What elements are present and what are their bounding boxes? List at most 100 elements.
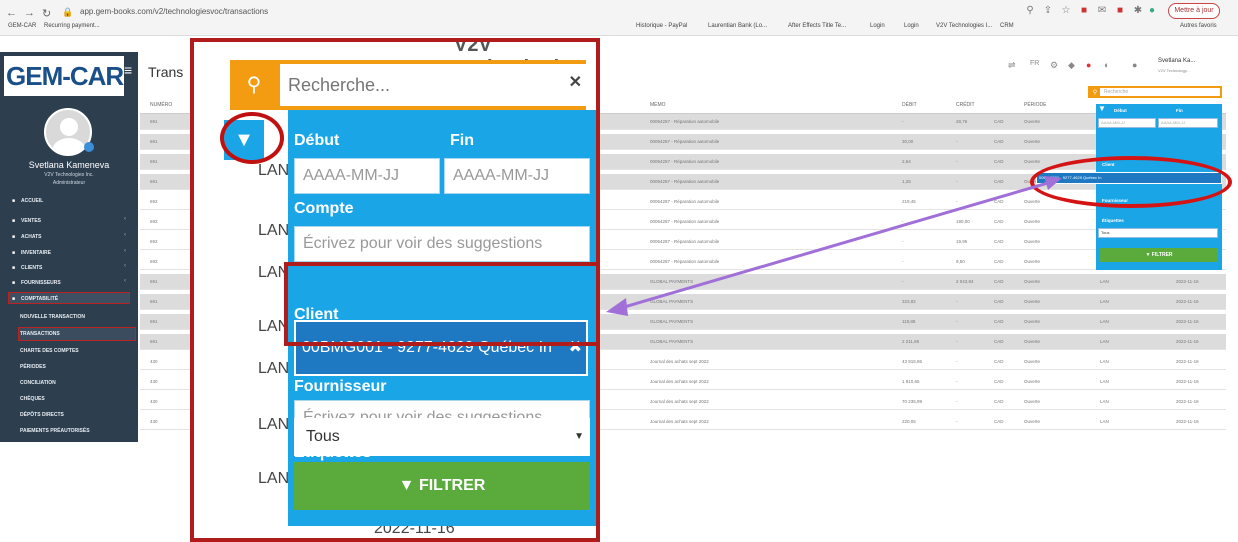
- sidebar-item-ventes[interactable]: ■ VENTES: [12, 218, 41, 224]
- table-cell: Ouverte: [1024, 199, 1041, 204]
- table-cell: 00064287 - Réparation automobile: [650, 239, 720, 244]
- bookmark-item[interactable]: CRM: [1000, 23, 1014, 29]
- mail-icon[interactable]: ✉: [1096, 5, 1108, 17]
- sidebar-subitem-periodes[interactable]: PÉRIODES: [20, 364, 46, 370]
- sidebar-item-accueil[interactable]: ■ ACCUEIL: [12, 198, 43, 204]
- chevron-icon: ‹: [124, 248, 126, 254]
- user-role: Administrateur: [52, 180, 86, 186]
- forward-icon[interactable]: →: [24, 7, 35, 19]
- settings-icon[interactable]: ⇌: [1008, 60, 1016, 71]
- sidebar-subitem-paiements[interactable]: PAIEMENTS PRÉAUTORISÉS: [20, 428, 90, 434]
- table-cell: -: [902, 259, 904, 264]
- table-cell: -: [902, 239, 904, 244]
- sidebar-item-clients[interactable]: ■ CLIENTS: [12, 265, 42, 271]
- table-cell: GLOBAL PAYMENTS: [650, 279, 694, 284]
- bookmark-item[interactable]: Recurring payment...: [44, 23, 100, 29]
- zoom-icon[interactable]: ⚲: [1024, 5, 1036, 17]
- table-cell: LAN: [1100, 279, 1109, 284]
- header-user-name[interactable]: Svetlana Ka...: [1158, 58, 1195, 64]
- table-cell: Ouverte: [1024, 159, 1041, 164]
- star-icon[interactable]: ☆: [1060, 5, 1072, 17]
- column-header[interactable]: NUMÉRO: [150, 102, 172, 108]
- extension-icon[interactable]: ■: [1114, 5, 1126, 17]
- sidebar-subitem-cheques[interactable]: CHÈQUES: [20, 396, 45, 402]
- fin-input[interactable]: AAAA-MM-JJ: [1158, 118, 1218, 128]
- etiquettes-select[interactable]: Tous: [1098, 228, 1218, 238]
- bookmark-item[interactable]: Historique - PayPal: [636, 23, 687, 29]
- sidebar-item-fournisseurs[interactable]: ■ FOURNISSEURS: [12, 280, 61, 286]
- user-icon[interactable]: ●: [1132, 60, 1137, 70]
- update-button[interactable]: Mettre à jour: [1168, 3, 1220, 19]
- sidebar-subitem-nouvelle-transaction[interactable]: NOUVELLE TRANSACTION: [20, 314, 85, 320]
- table-cell: 430: [150, 379, 158, 384]
- table-cell: CAD: [994, 359, 1004, 364]
- debut-input[interactable]: AAAA-MM-JJ: [1098, 118, 1156, 128]
- chat-icon[interactable]: ◐: [1104, 60, 1109, 70]
- table-cell: Ouverte: [1024, 239, 1041, 244]
- table-cell: 00064287 - Réparation automobile: [650, 199, 720, 204]
- language-icon[interactable]: FR: [1030, 60, 1039, 67]
- column-header[interactable]: PÉRIODE: [1024, 102, 1047, 108]
- reload-icon[interactable]: ↻: [42, 7, 51, 20]
- bookmark-item[interactable]: After Effects Title Te...: [788, 23, 846, 29]
- profile-icon[interactable]: ●: [1146, 5, 1158, 17]
- bookmark-item[interactable]: GEM-CAR: [8, 23, 36, 29]
- home-icon: ■: [12, 198, 16, 204]
- table-cell: 691: [150, 139, 158, 144]
- extension-icon[interactable]: ■: [1078, 5, 1090, 17]
- table-cell: Ouverte: [1024, 379, 1041, 384]
- filter-button-small[interactable]: ▼ FILTRER: [1100, 248, 1218, 262]
- inventory-icon: ■: [12, 250, 16, 256]
- table-cell: CAD: [994, 339, 1004, 344]
- share-icon[interactable]: ⇪: [1042, 5, 1054, 17]
- table-cell: 2022-11-16: [1176, 279, 1199, 284]
- table-cell: 00064287 - Réparation automobile: [650, 119, 720, 124]
- bell-icon[interactable]: ◆: [1068, 60, 1075, 71]
- sidebar-item-achats[interactable]: ■ ACHATS: [12, 234, 41, 240]
- table-cell: GLOBAL PAYMENTS: [650, 319, 694, 324]
- sidebar-item-inventaire[interactable]: ■ INVENTAIRE: [12, 250, 51, 256]
- search-icon[interactable]: ⚲: [1090, 88, 1100, 98]
- table-cell: -: [956, 339, 958, 344]
- table-cell: LAN: [1100, 299, 1109, 304]
- table-cell: 692: [150, 219, 158, 224]
- table-cell: CAD: [994, 119, 1004, 124]
- purchase-icon: ■: [12, 234, 16, 240]
- user-name: Svetlana Kameneva: [28, 160, 110, 170]
- table-cell: -: [902, 279, 904, 284]
- sidebar-subitem-depots[interactable]: DÉPÔTS DIRECTS: [20, 412, 64, 418]
- sidebar-subitem-conciliation[interactable]: CONCILIATION: [20, 380, 56, 386]
- sidebar-subitem-charte[interactable]: CHARTE DES COMPTES: [20, 348, 79, 354]
- gear-icon[interactable]: ⚙: [1050, 60, 1058, 71]
- table-cell: Ouverte: [1024, 339, 1041, 344]
- table-cell: 00064287 - Réparation automobile: [650, 159, 720, 164]
- funnel-icon[interactable]: ▼: [1096, 104, 1108, 116]
- table-cell: -: [902, 119, 904, 124]
- table-cell: Journal des achats sept 2022: [650, 419, 709, 424]
- bookmark-item[interactable]: Autres favoris: [1180, 23, 1217, 29]
- sidebar-item-comptabilite[interactable]: ■ COMPTABILITÉ: [12, 296, 58, 302]
- table-cell: 00064287 - Réparation automobile: [650, 219, 720, 224]
- search-bar-small[interactable]: ⚲ Recherche: [1088, 86, 1222, 98]
- column-header[interactable]: DÉBIT: [902, 102, 917, 108]
- fin-label: Fin: [1176, 108, 1183, 113]
- url-bar[interactable]: app.gem-books.com/v2/technologiesvoc/tra…: [80, 5, 860, 19]
- search-placeholder: Recherche: [1104, 89, 1129, 95]
- notification-icon[interactable]: ●: [1086, 60, 1091, 70]
- puzzle-icon[interactable]: ✱: [1132, 5, 1144, 17]
- table-cell: 2022-11-16: [1176, 419, 1199, 424]
- table-cell: -: [956, 199, 958, 204]
- bookmark-item[interactable]: V2V Technologies I...: [936, 23, 992, 29]
- column-header[interactable]: CRÉDIT: [956, 102, 975, 108]
- bookmark-item[interactable]: Login: [870, 23, 885, 29]
- bookmark-item[interactable]: Laurentian Bank (Lo...: [708, 23, 767, 29]
- logo[interactable]: GEM-CAR: [4, 56, 124, 96]
- sidebar-subitem-transactions[interactable]: TRANSACTIONS: [20, 331, 60, 337]
- back-icon[interactable]: ←: [6, 7, 17, 19]
- table-cell: CAD: [994, 319, 1004, 324]
- column-header[interactable]: MÉMO: [650, 102, 666, 108]
- menu-icon[interactable]: ≡: [124, 62, 132, 78]
- bookmark-item[interactable]: Login: [904, 23, 919, 29]
- table-cell: -: [956, 379, 958, 384]
- table-cell: LAN: [1100, 319, 1109, 324]
